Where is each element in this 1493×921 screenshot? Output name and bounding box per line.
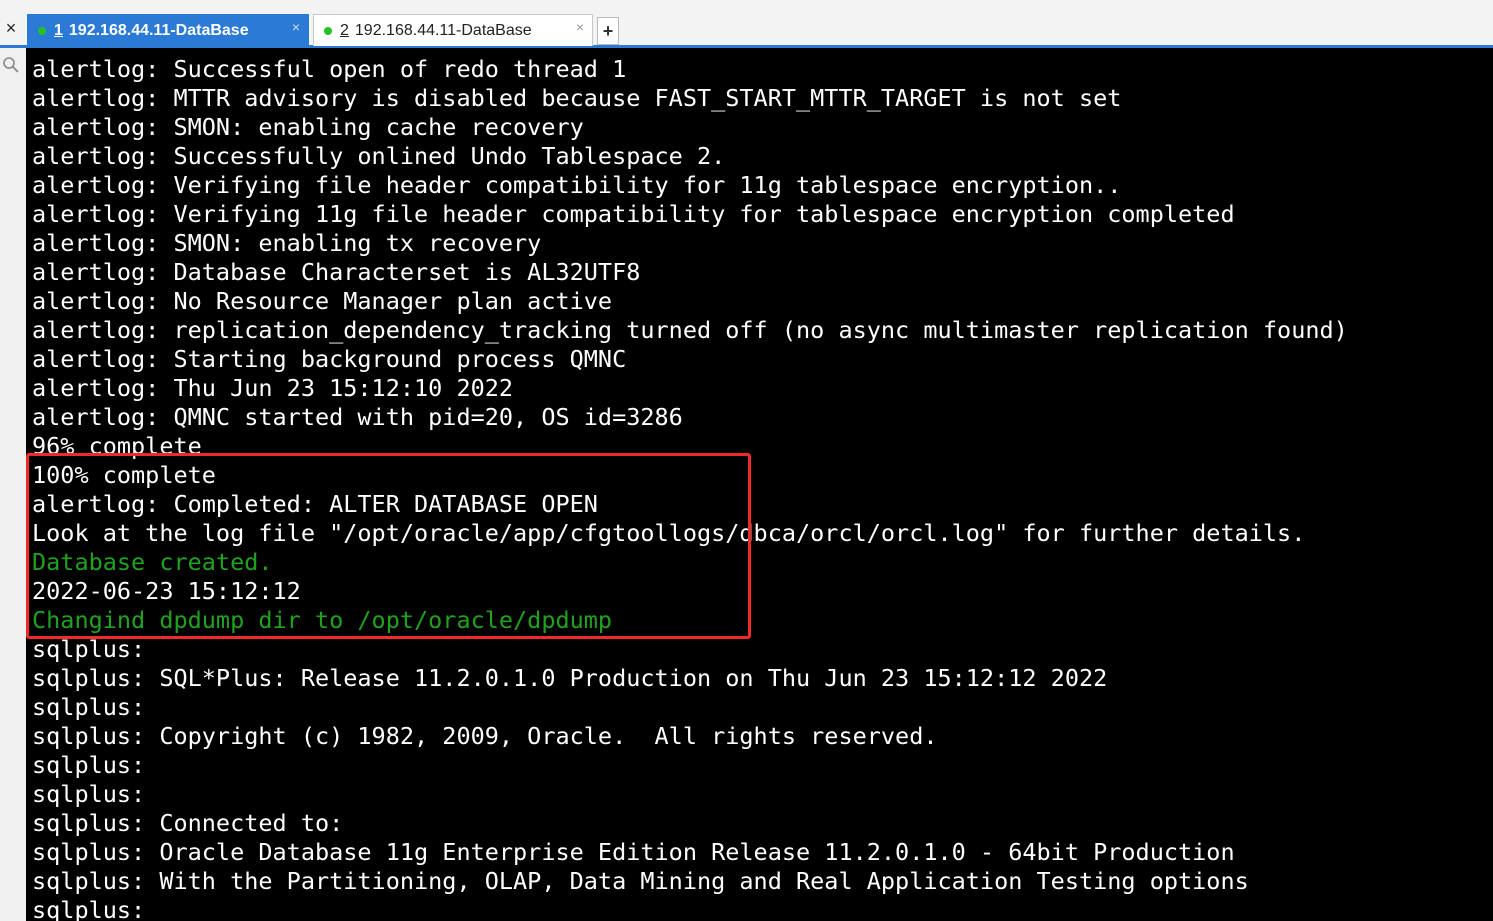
plus-icon[interactable]: + [597,17,619,45]
terminal-app: × 1 192.168.44.11-DataBase × 2 192.168.4… [0,0,1493,921]
terminal-line: Changind dpdump dir to /opt/oracle/dpdum… [32,606,613,634]
terminal-line: 96% complete [32,432,202,460]
tab-number: 2 [340,21,349,39]
connected-status-icon [38,26,46,35]
terminal-line: alertlog: No Resource Manager plan activ… [32,287,613,315]
close-icon[interactable]: × [292,19,300,35]
terminal-line: alertlog: Thu Jun 23 15:12:10 2022 [32,374,514,402]
tab-title: 192.168.44.11-DataBase [68,21,249,39]
terminal-line: sqlplus: SQL*Plus: Release 11.2.0.1.0 Pr… [32,664,1108,692]
close-icon[interactable]: × [0,14,22,42]
terminal-line: sqlplus: [32,751,146,779]
terminal-line: sqlplus: [32,635,146,663]
terminal-line: alertlog: Successfully onlined Undo Tabl… [32,142,726,170]
terminal-line: alertlog: SMON: enabling cache recovery [32,113,584,141]
terminal-line: alertlog: replication_dependency_trackin… [32,316,1348,344]
tab-title: 192.168.44.11-DataBase [354,21,532,39]
terminal-line: alertlog: Verifying file header compatib… [32,171,1122,199]
terminal-line: alertlog: Completed: ALTER DATABASE OPEN [32,490,598,518]
terminal-line: alertlog: QMNC started with pid=20, OS i… [32,403,683,431]
terminal-line: 2022-06-23 15:12:12 [32,577,301,605]
terminal-line: alertlog: Starting background process QM… [32,345,627,373]
terminal-line: alertlog: Successful open of redo thread… [32,55,627,83]
terminal-line: sqlplus: [32,693,146,721]
terminal-line: Database created. [32,548,273,576]
terminal-line: sqlplus: [32,780,146,808]
search-icon[interactable] [2,56,20,74]
terminal-lines: alertlog: Successful open of redo thread… [32,55,1348,921]
tab-session-1[interactable]: 1 192.168.44.11-DataBase × [27,14,309,46]
terminal-line: alertlog: SMON: enabling tx recovery [32,229,542,257]
terminal-line: sqlplus: With the Partitioning, OLAP, Da… [32,867,1249,895]
terminal-output[interactable]: alertlog: Successful open of redo thread… [26,48,1493,921]
terminal-line: sqlplus: Copyright (c) 1982, 2009, Oracl… [32,722,938,750]
tab-bar: × 1 192.168.44.11-DataBase × 2 192.168.4… [0,0,1493,48]
terminal-line: Look at the log file "/opt/oracle/app/cf… [32,519,1306,547]
close-icon[interactable]: × [576,19,584,35]
connected-status-icon [324,26,332,35]
terminal-line: alertlog: MTTR advisory is disabled beca… [32,84,1122,112]
terminal-line: sqlplus: [32,896,146,921]
side-toolbar [0,48,26,921]
tab-number: 1 [54,21,63,39]
tab-session-2[interactable]: 2 192.168.44.11-DataBase × [313,14,593,46]
terminal-line: alertlog: Verifying 11g file header comp… [32,200,1235,228]
terminal-line: 100% complete [32,461,216,489]
terminal-line: sqlplus: Oracle Database 11g Enterprise … [32,838,1235,866]
terminal-line: sqlplus: Connected to: [32,809,344,837]
terminal-line: alertlog: Database Characterset is AL32U… [32,258,641,286]
